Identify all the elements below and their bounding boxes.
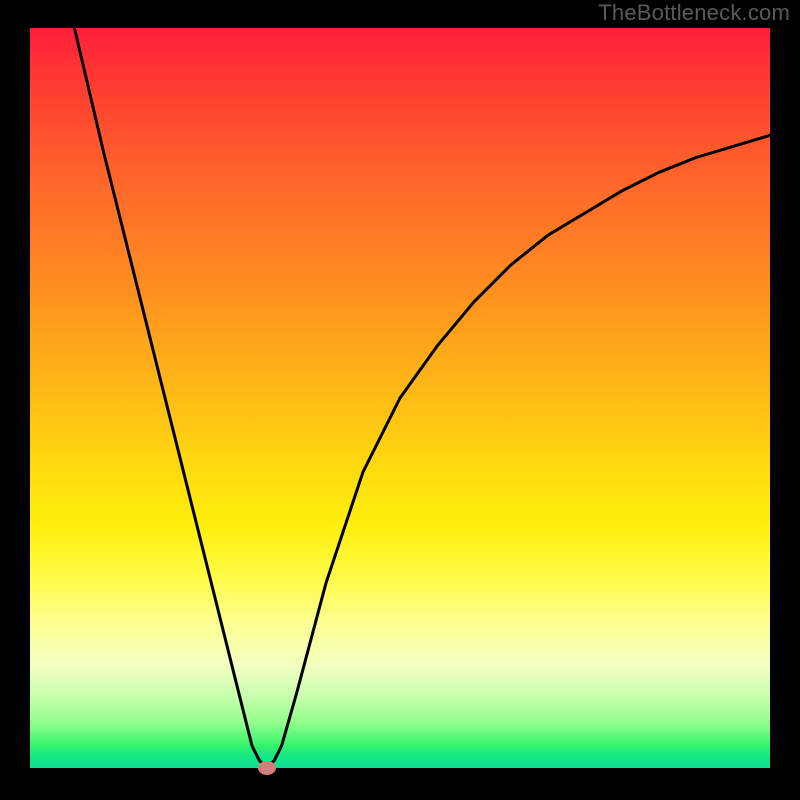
plot-area — [30, 28, 770, 768]
watermark-text: TheBottleneck.com — [598, 0, 790, 26]
optimal-point-marker — [258, 761, 276, 775]
bottleneck-curve — [30, 28, 770, 768]
chart-frame: TheBottleneck.com — [0, 0, 800, 800]
